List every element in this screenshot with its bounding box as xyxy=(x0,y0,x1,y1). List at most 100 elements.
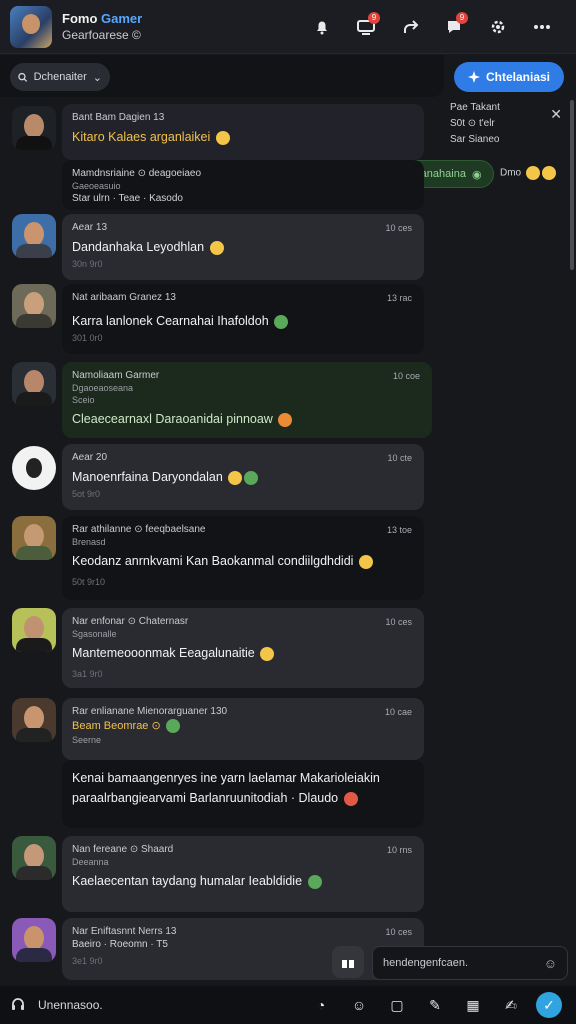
message-time: 13 rac xyxy=(386,293,412,303)
avatar[interactable] xyxy=(12,516,56,560)
message-bubble: Nar enfonar ⊙ Chaternasr 10 ces Sgasonal… xyxy=(62,608,424,688)
bottom-icons: ◔ ☺ ▢ ✎ ▦ ✍ ✓ xyxy=(302,990,568,1020)
emoji-icon xyxy=(307,874,322,889)
message-meta: 50t 9r10 xyxy=(72,577,106,587)
shield-icon[interactable]: ✓ xyxy=(536,992,562,1018)
emoji-icon xyxy=(165,719,180,734)
sparkle-icon xyxy=(467,71,480,83)
emoji-icon xyxy=(228,470,243,485)
message-detail-1: Mamdnsriaine ⊙ deagoeiaeo xyxy=(72,168,202,179)
search-icon xyxy=(18,72,28,82)
bottom-bar: Unennasoo. ◔ ☺ ▢ ✎ ▦ ✍ ✓ xyxy=(0,986,576,1024)
filter-dropdown[interactable]: Dchenaiter ⌄ xyxy=(10,63,110,91)
message-time: 10 rns xyxy=(386,845,412,855)
message-subline: Baeiro · Roeomn · T5 xyxy=(72,939,168,950)
share-icon[interactable] xyxy=(388,10,432,44)
message-author: Bant Bam Dagien 13 xyxy=(72,112,165,123)
chat-badge: 9 xyxy=(456,12,468,24)
message-author: Aear 13 xyxy=(72,222,108,233)
note-icon[interactable]: ▢ xyxy=(378,990,416,1020)
message-author: Rar enlianane Mienorarguaner 130 xyxy=(72,706,228,717)
header-icons: 9 9 xyxy=(300,10,564,44)
more-icon[interactable] xyxy=(520,10,564,44)
message-text-content: Kaelaecentan taydang humalar Ieabldidie xyxy=(72,874,303,888)
message-text: Karra lanlonek Cearnahai Ihafoldoh xyxy=(72,311,414,331)
clock-icon[interactable]: ◔ xyxy=(302,990,340,1020)
message-text: Manoenrfaina Daryondalan xyxy=(72,467,414,487)
message-author: Aear 20 xyxy=(72,452,108,463)
notification-bell-icon[interactable] xyxy=(300,10,344,44)
message-subline: Brenasd xyxy=(72,537,106,547)
smile-icon[interactable]: ☺ xyxy=(340,990,378,1020)
avatar[interactable] xyxy=(12,836,56,880)
avatar[interactable] xyxy=(12,106,56,150)
message-subline: Beam Beomrae ⊙ xyxy=(72,719,414,734)
header-text: Fomo Gamer Gearfoarese © xyxy=(62,11,142,43)
pen-icon[interactable]: ✎ xyxy=(416,990,454,1020)
avatar[interactable] xyxy=(12,446,56,490)
tv-icon[interactable]: 9 xyxy=(344,10,388,44)
message-text-content: Manoenrfaina Daryondalan xyxy=(72,470,223,484)
message-bubble: Rar athilanne ⊙ feeqbaelsane 13 toe Bren… xyxy=(62,516,424,600)
side-panel: Pae Takant S0t ⊙ t'elr Sar Sianeo ✕ xyxy=(450,100,568,160)
message-time: 10 cae xyxy=(384,707,412,717)
calendar-icon[interactable]: ▦ xyxy=(454,990,492,1020)
channel-title: Fomo Gamer xyxy=(62,11,142,27)
avatar[interactable] xyxy=(12,362,56,406)
message-subline: Dgaoeaoseana xyxy=(72,383,134,393)
message-bubble: Aear 20 10 cte Manoenrfaina Daryondalan … xyxy=(62,444,424,510)
headset-icon[interactable] xyxy=(10,996,26,1015)
message-bubble-detail: Kenai bamaangenryes ine yarn laelamar Ma… xyxy=(62,760,424,828)
attach-button[interactable] xyxy=(332,946,364,978)
message-text-content: Cleaecearnaxl Daraoanidai pinnoaw xyxy=(72,412,273,426)
message-time: 13 toe xyxy=(386,525,412,535)
emoji-picker-icon[interactable]: ☺ xyxy=(544,956,557,971)
avatar[interactable] xyxy=(12,608,56,652)
message-text-content: Mantemeooonmak Eeagalunaitie xyxy=(72,646,255,660)
chat-action-button[interactable]: Chtelaniasi xyxy=(454,62,564,92)
edit-icon[interactable]: ✍ xyxy=(492,990,530,1020)
chat-action-label: Chtelaniasi xyxy=(485,70,551,84)
close-icon[interactable]: ✕ xyxy=(550,106,562,123)
message-text-content: Dandanhaka Leyodhlan xyxy=(72,240,205,254)
message-meta: 3a1 9r0 xyxy=(72,669,103,679)
gift-icon xyxy=(342,957,354,968)
avatar[interactable] xyxy=(12,284,56,328)
message-bubble: Aear 13 10 ces Dandanhaka Leyodhlan 30n … xyxy=(62,214,424,280)
emoji-icon xyxy=(343,791,358,806)
message-meta: 30n 9r0 xyxy=(72,259,103,269)
check-icon: ◉ xyxy=(471,168,482,181)
message-bubble-detail: Mamdnsriaine ⊙ deagoeiaeo Gaeoeasuio Sta… xyxy=(62,160,424,210)
message-author: Nar Eniftasnnt Nerrs 13 xyxy=(72,926,177,937)
chat-icon[interactable]: 9 xyxy=(432,10,476,44)
message-author: Namoliaam Garmer xyxy=(72,370,160,381)
emoji-icon xyxy=(358,554,373,569)
message-author: Rar athilanne ⊙ feeqbaelsane xyxy=(72,524,206,535)
filter-bar: Dchenaiter ⌄ xyxy=(0,55,444,97)
filter-label: Dchenaiter xyxy=(33,71,87,83)
side-panel-line-3: Sar Sianeo xyxy=(450,134,500,145)
avatar[interactable] xyxy=(12,698,56,742)
message-time: 10 coe xyxy=(392,371,420,381)
message-text-content: Kitaro Kalaes arganlaikei xyxy=(72,130,211,144)
message-text: Keodanz anrnkvami Kan Baokanmal condiilg… xyxy=(72,551,414,571)
gear-icon[interactable] xyxy=(476,10,520,44)
chevron-down-icon: ⌄ xyxy=(92,71,102,84)
message-input-placeholder: hendengenfcaen. xyxy=(383,957,469,969)
message-detail-2: Gaeoeasuio xyxy=(72,181,121,191)
message-text-content: Karra lanlonek Cearnahai Ihafoldoh xyxy=(72,314,269,328)
emoji-icon xyxy=(244,470,259,485)
avatar[interactable] xyxy=(12,214,56,258)
message-text: Dandanhaka Leyodhlan xyxy=(72,237,414,257)
scrollbar[interactable] xyxy=(570,100,574,270)
secondary-chip[interactable]: Dmo xyxy=(500,166,556,180)
message-bubble: Nat aribaam Granez 13 13 rac Karra lanlo… xyxy=(62,284,424,354)
channel-avatar[interactable] xyxy=(10,5,52,48)
channel-title-accent: Gamer xyxy=(101,10,143,26)
message-subline: Sgasonalle xyxy=(72,629,117,639)
message-author: Nan fereane ⊙ Shaard xyxy=(72,844,174,855)
emoji-icon xyxy=(278,412,293,427)
message-detail-3: Star ulrn · Teae · Kasodo xyxy=(72,193,183,204)
avatar[interactable] xyxy=(12,918,56,962)
message-input[interactable]: hendengenfcaen. ☺ xyxy=(372,946,568,980)
